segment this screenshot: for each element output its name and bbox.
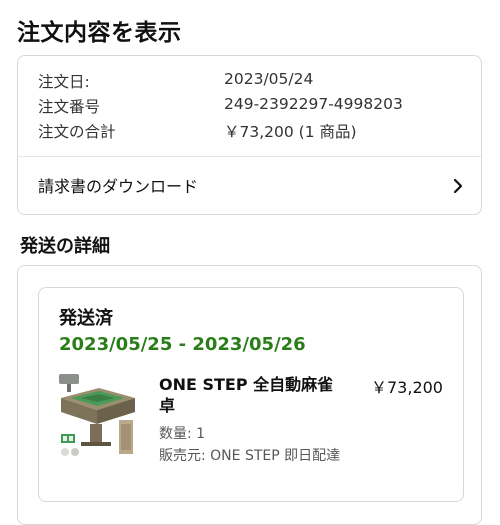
order-date-row: 注文日: 2023/05/24 <box>38 70 458 92</box>
shipping-section-title: 発送の詳細 <box>20 236 110 257</box>
order-number-value: 249-2392297-4998203 <box>224 95 403 113</box>
invoice-label: 請求書のダウンロード <box>38 177 199 196</box>
order-number-label: 注文番号 <box>38 98 101 116</box>
product-quantity: 数量: 1 <box>159 426 206 442</box>
order-total-label: 注文の合計 <box>38 123 116 141</box>
page-title: 注文内容を表示 <box>17 20 182 46</box>
shipment-status: 発送済 <box>59 308 113 329</box>
delivery-dates: 2023/05/25 - 2023/05/26 <box>59 334 306 355</box>
order-total-value: ￥73,200 (1 商品) <box>224 123 357 141</box>
order-summary-card: 注文日: 2023/05/24 注文番号 249-2392297-4998203… <box>17 55 482 215</box>
product-image[interactable] <box>57 372 137 462</box>
order-date-label: 注文日: <box>38 73 90 91</box>
order-date-value: 2023/05/24 <box>224 70 314 88</box>
shipping-card: 発送済 2023/05/25 - 2023/05/26 ONE STEP 全自動… <box>17 265 482 525</box>
shipment-box: 発送済 2023/05/25 - 2023/05/26 ONE STEP 全自動… <box>38 287 464 502</box>
order-number-row: 注文番号 249-2392297-4998203 <box>38 95 458 117</box>
download-invoice-button[interactable]: 請求書のダウンロード <box>18 157 481 214</box>
product-price: ￥73,200 <box>371 378 443 397</box>
product-name-link[interactable]: ONE STEP 全自動麻雀卓 <box>159 374 344 416</box>
product-seller: 販売元: ONE STEP 即日配達 <box>159 448 341 464</box>
chevron-right-icon <box>453 178 463 194</box>
order-total-row: 注文の合計 ￥73,200 (1 商品) <box>38 120 458 142</box>
